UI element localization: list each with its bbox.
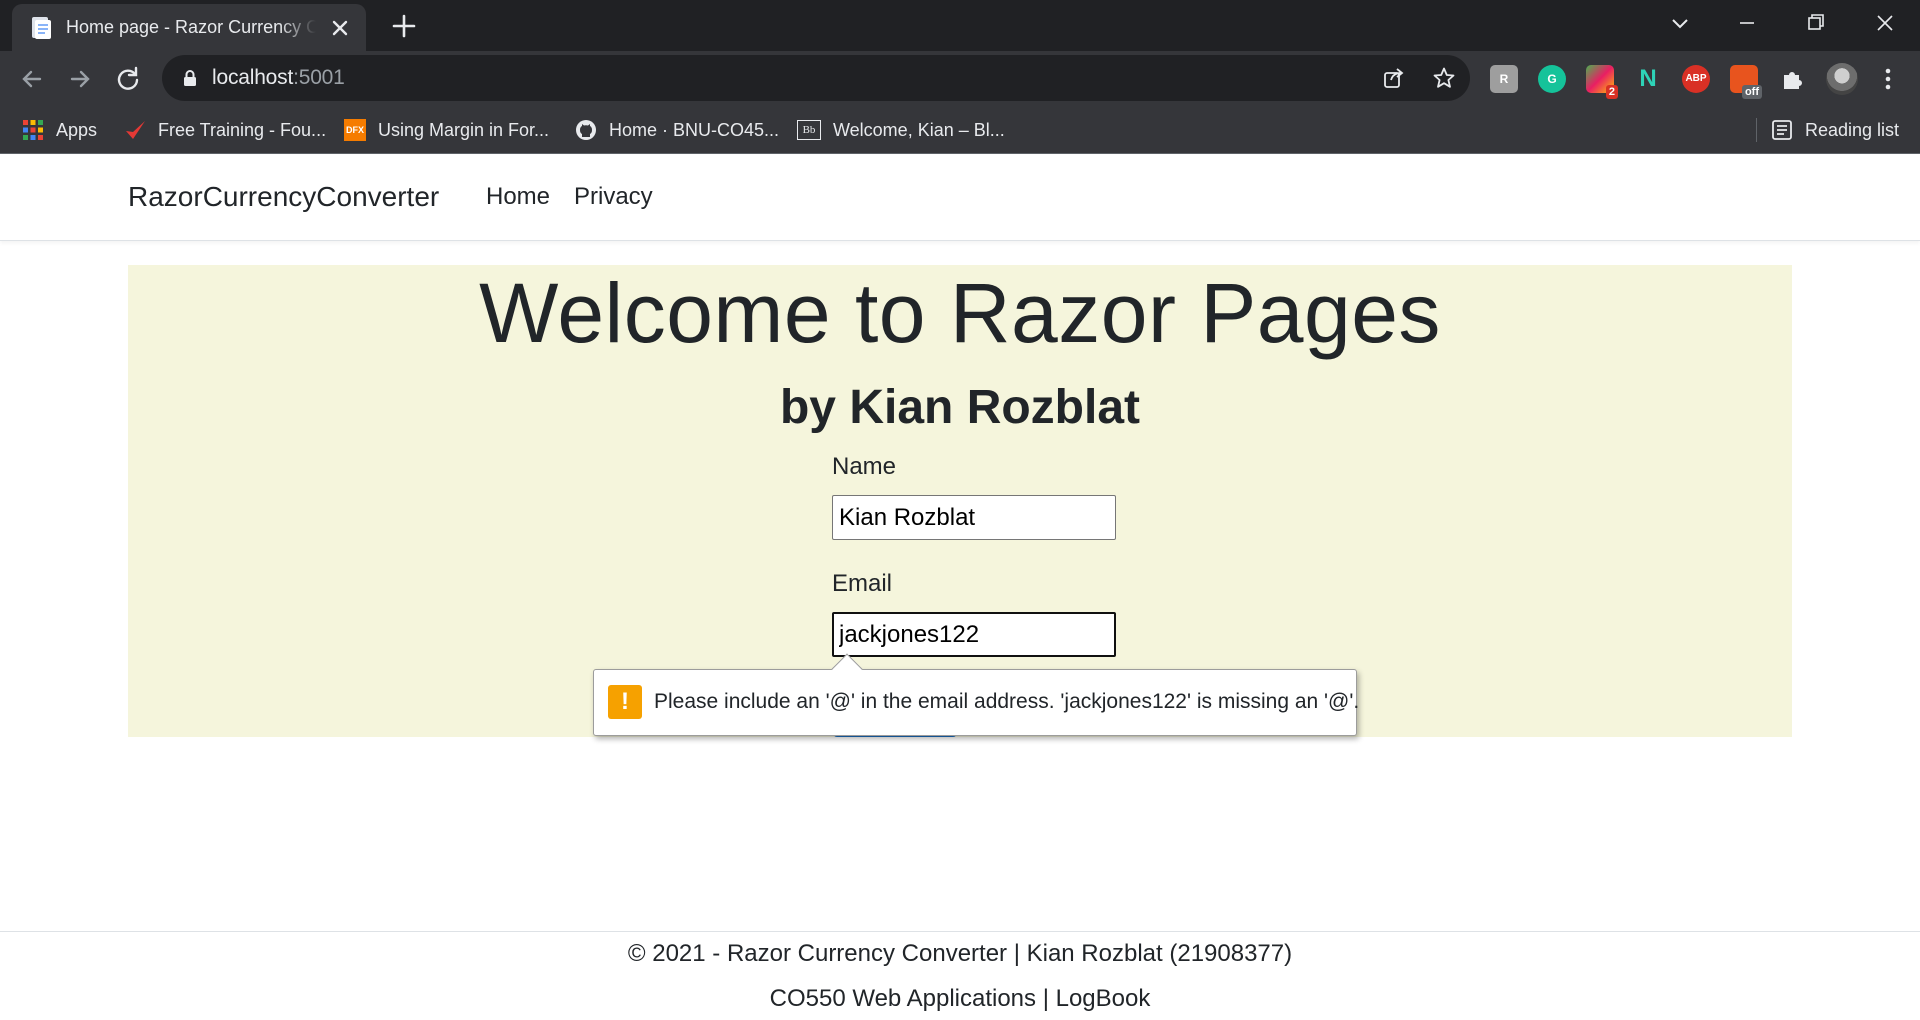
bookmark-using-margin[interactable]: DFX Using Margin in For... — [344, 114, 549, 146]
menu-kebab-icon[interactable] — [1874, 65, 1902, 93]
bookmarks-bar: Apps Free Training - Fou... DFX Using Ma… — [0, 106, 1920, 154]
tab-search-chevron-icon[interactable] — [1662, 8, 1698, 38]
extension-icon[interactable]: R — [1490, 65, 1518, 93]
web-page: RazorCurrencyConverter Home Privacy Welc… — [0, 155, 1920, 1020]
blackboard-icon: Bb — [797, 120, 821, 140]
tab-close-icon[interactable] — [328, 16, 352, 40]
nav-link-privacy[interactable]: Privacy — [574, 183, 653, 211]
bookmark-label: Using Margin in For... — [378, 119, 550, 140]
welcome-panel: Welcome to Razor Pages by Kian Rozblat N… — [128, 265, 1792, 737]
bookmark-label: Free Training - Fou... — [158, 119, 327, 140]
close-window-icon[interactable] — [1867, 8, 1903, 38]
tab-title: Home page - Razor Currency Converter — [66, 17, 316, 37]
restore-icon[interactable] — [1798, 8, 1834, 38]
grammarly-icon[interactable]: G — [1538, 65, 1566, 93]
site-footer: © 2021 - Razor Currency Converter | Kian… — [0, 931, 1920, 1020]
back-icon[interactable] — [16, 63, 48, 95]
coupon-extension-icon[interactable]: off — [1730, 65, 1762, 99]
adblock-plus-icon[interactable]: ABP — [1682, 65, 1710, 93]
reading-list-label: Reading list — [1805, 119, 1900, 140]
bookmark-github-home[interactable]: Home · BNU-CO45... — [575, 114, 779, 146]
page-favicon-icon — [32, 17, 51, 39]
bookmarks-divider — [1756, 118, 1757, 142]
bookmark-apps[interactable]: Apps — [22, 114, 97, 146]
bookmark-free-training[interactable]: Free Training - Fou... — [124, 114, 326, 146]
bookmark-star-icon[interactable] — [1432, 66, 1456, 90]
url-text[interactable]: localhost:5001 — [212, 66, 345, 90]
extension-n-icon[interactable]: N — [1634, 65, 1662, 93]
page-subtitle: by Kian Rozblat — [779, 381, 1141, 434]
name-label: Name — [832, 453, 897, 480]
validation-message: Please include an '@' in the email addre… — [654, 690, 1360, 713]
extensions-puzzle-icon[interactable] — [1778, 65, 1806, 93]
lock-icon[interactable] — [182, 69, 198, 87]
share-icon[interactable] — [1382, 66, 1406, 90]
site-navbar: RazorCurrencyConverter Home Privacy — [0, 155, 1920, 241]
dfx-icon: DFX — [344, 119, 366, 141]
nav-link-home[interactable]: Home — [486, 183, 550, 211]
bookmark-label: Welcome, Kian – Bl... — [833, 119, 1005, 140]
warning-icon: ! — [608, 685, 642, 719]
github-icon — [576, 120, 596, 140]
email-input[interactable] — [832, 612, 1116, 657]
bookmark-label: Apps — [56, 119, 98, 140]
red-check-icon — [126, 121, 145, 139]
forward-icon[interactable] — [64, 63, 96, 95]
validation-tooltip: ! Please include an '@' in the email add… — [593, 653, 1360, 736]
reading-list-button[interactable]: Reading list — [1771, 114, 1899, 146]
browser-toolbar: localhost:5001 R G 2 N ABP off — [0, 51, 1920, 106]
new-tab-icon[interactable] — [390, 12, 418, 40]
footer-course: CO550 Web Applications | LogBook — [769, 985, 1151, 1012]
address-bar[interactable]: localhost:5001 — [162, 55, 1470, 101]
apps-grid-icon — [23, 120, 43, 140]
browser-tab-strip: Home page - Razor Currency Converter — [0, 0, 1920, 51]
footer-copyright: © 2021 - Razor Currency Converter | Kian… — [627, 940, 1293, 967]
reading-list-icon — [1772, 120, 1792, 140]
navbar-brand[interactable]: RazorCurrencyConverter — [128, 181, 439, 213]
email-label: Email — [832, 570, 893, 597]
minimize-icon[interactable] — [1729, 8, 1765, 38]
bookmark-welcome-kian[interactable]: Bb Welcome, Kian – Bl... — [797, 114, 1005, 146]
name-input[interactable] — [832, 495, 1116, 540]
profile-avatar[interactable] — [1826, 63, 1858, 95]
browser-tab-active[interactable]: Home page - Razor Currency Converter — [12, 4, 366, 51]
bookmark-label: Home · BNU-CO45... — [609, 119, 780, 140]
reload-icon[interactable] — [112, 63, 144, 95]
page-title: Welcome to Razor Pages — [479, 266, 1441, 360]
extension-badge-icon[interactable]: 2 — [1586, 65, 1618, 99]
